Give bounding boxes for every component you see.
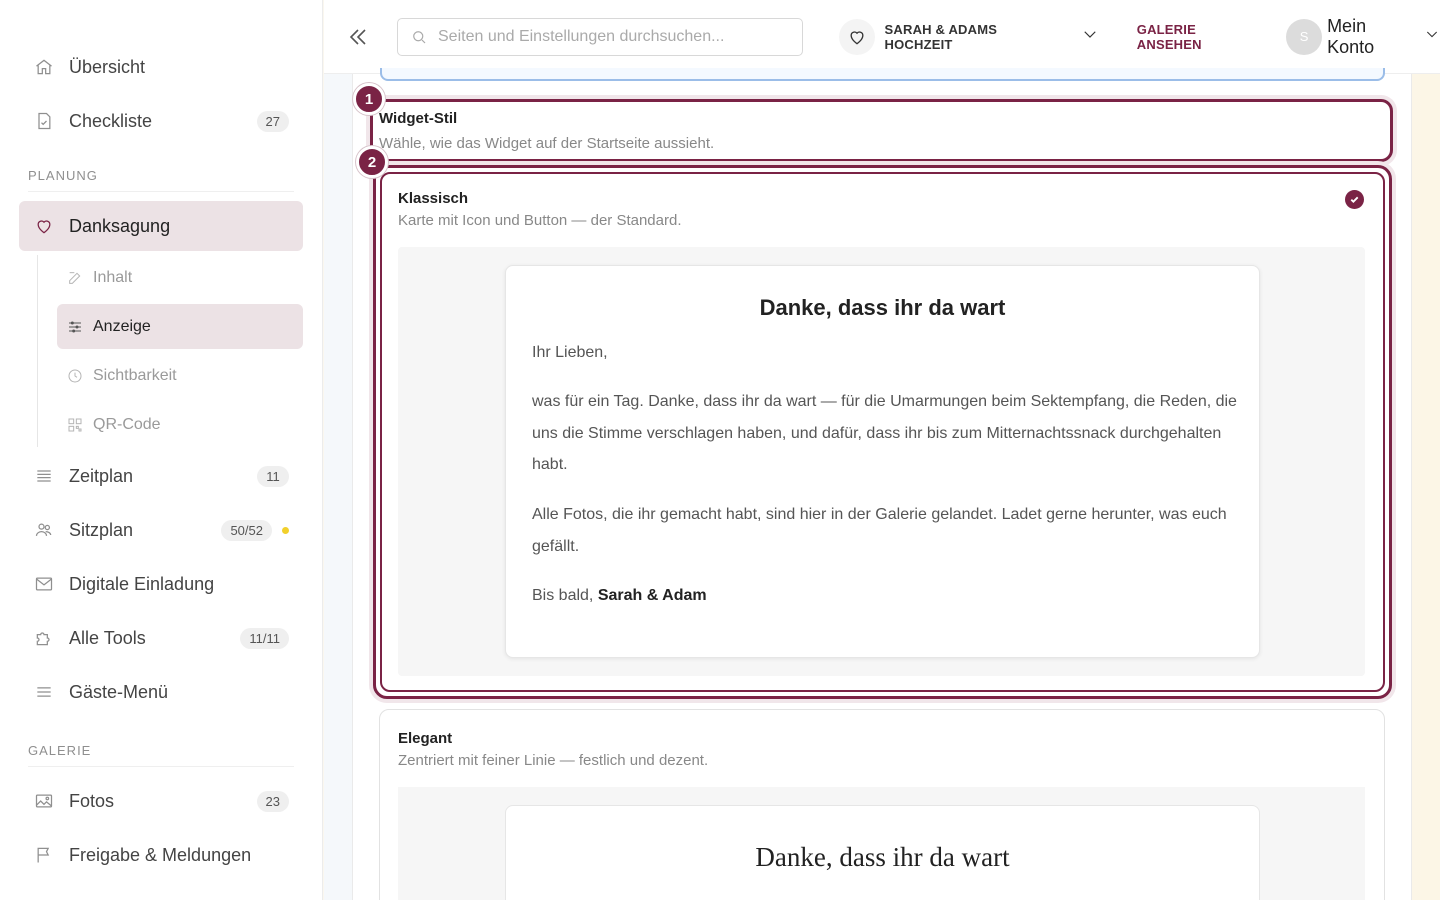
mail-icon — [33, 573, 55, 595]
option-subtitle: Karte mit Icon und Button — der Standard… — [398, 212, 682, 229]
section-title-galerie: GALERIE — [28, 743, 294, 767]
sidebar-item-label: Zeitplan — [69, 465, 134, 486]
heart-icon — [838, 18, 875, 55]
sidebar-item-zeitplan[interactable]: Zeitplan 11 — [19, 451, 303, 501]
flag-icon — [33, 844, 55, 866]
qr-code-icon — [67, 417, 83, 433]
signature: Sarah & Adam — [597, 587, 707, 604]
closing-text: Bis bald, — [532, 587, 598, 604]
subnav-item-label: Sichtbarkeit — [93, 366, 177, 384]
preview-closing: Bis bald, Sarah & Adam — [532, 580, 1237, 612]
count-badge: 27 — [256, 110, 289, 132]
option-subtitle: Zentriert mit feiner Linie — festlich un… — [398, 752, 709, 769]
widget-style-header — [370, 99, 1393, 162]
sidebar-item-label: Gäste-Menü — [69, 681, 169, 702]
home-icon — [33, 56, 55, 78]
subnav-item-inhalt[interactable]: Inhalt — [57, 255, 303, 300]
menu-icon — [33, 681, 55, 703]
chevron-down-icon — [1069, 25, 1099, 48]
sidebar-item-label: Danksagung — [69, 215, 171, 236]
search-input[interactable] — [438, 27, 778, 46]
option-title: Elegant — [398, 730, 453, 747]
sidebar-item-alle-tools[interactable]: Alle Tools 11/11 — [19, 613, 303, 663]
preview-paragraph: Alle Fotos, die ihr gemacht habt, sind h… — [532, 506, 1227, 555]
subnav-item-sichtbarkeit[interactable]: Sichtbarkeit — [57, 353, 303, 398]
subnav-item-anzeige[interactable]: Anzeige — [57, 304, 303, 349]
account-label: Mein Konto — [1327, 15, 1375, 57]
section-title-planung: PLANUNG — [28, 168, 294, 192]
document-check-icon — [33, 110, 55, 132]
chevron-down-icon — [1418, 26, 1440, 47]
count-badge: 23 — [256, 790, 289, 812]
status-dot — [282, 526, 289, 534]
sidebar-item-label: Digitale Einladung — [69, 573, 215, 594]
edit-icon — [67, 270, 83, 286]
sidebar-item-danksagung[interactable]: Danksagung — [19, 201, 303, 251]
sidebar-item-label: Checkliste — [69, 110, 153, 131]
avatar: S — [1286, 18, 1323, 55]
subnav-item-label: Anzeige — [93, 317, 151, 335]
subnav-item-label: QR-Code — [93, 415, 161, 433]
subnav-item-qr-code[interactable]: QR-Code — [57, 402, 303, 447]
sidebar: Übersicht Checkliste 27 PLANUNG Danksagu… — [0, 0, 323, 900]
previous-section-edge — [380, 68, 1385, 81]
search-icon — [413, 30, 426, 43]
sidebar-item-gaeste-menue[interactable]: Gäste-Menü — [19, 667, 303, 717]
double-chevron-left-icon — [349, 28, 366, 45]
sidebar-item-label: Freigabe & Meldungen — [69, 844, 252, 865]
sidebar-item-label: Übersicht — [69, 56, 146, 77]
widget-style-subtitle: Wähle, wie das Widget auf der Startseite… — [379, 135, 715, 152]
sidebar-item-uebersicht[interactable]: Übersicht — [19, 42, 303, 92]
sidebar-item-freigabe-meldungen[interactable]: Freigabe & Meldungen — [19, 830, 303, 880]
event-name: SARAH & ADAMS HOCHZEIT — [884, 21, 998, 52]
count-badge: 11/11 — [240, 627, 289, 649]
clock-icon — [67, 368, 83, 384]
widget-style-title: Widget-Stil — [379, 110, 458, 127]
sidebar-item-digitale-einladung[interactable]: Digitale Einladung — [19, 559, 303, 609]
sidebar-item-label: Alle Tools — [69, 627, 146, 648]
count-badge: 11 — [257, 465, 289, 487]
preview-greeting: Ihr Lieben, — [532, 344, 608, 361]
subnav-item-label: Inhalt — [93, 268, 133, 286]
sidebar-item-fotos[interactable]: Fotos 23 — [19, 776, 303, 826]
list-icon — [33, 465, 55, 487]
step-marker: 2 — [356, 146, 388, 178]
preview-heading: Danke, dass ihr da wart — [759, 295, 1006, 320]
sliders-icon — [67, 319, 83, 335]
sidebar-item-label: Sitzplan — [69, 519, 134, 540]
top-header: SARAH & ADAMS HOCHZEIT GALERIE ANSEHEN S… — [324, 0, 1440, 74]
heart-icon — [33, 215, 55, 237]
step-marker: 1 — [353, 83, 385, 115]
puzzle-icon — [33, 627, 55, 649]
sidebar-item-sitzplan[interactable]: Sitzplan 50/52 — [19, 505, 303, 555]
sidebar-item-checkliste[interactable]: Checkliste 27 — [19, 96, 303, 146]
collapse-sidebar-button[interactable] — [346, 25, 370, 49]
users-icon — [33, 519, 55, 541]
image-icon — [33, 790, 55, 812]
check-circle-icon — [1345, 190, 1364, 209]
count-badge: 50/52 — [221, 519, 272, 541]
option-title: Klassisch — [398, 190, 469, 207]
view-gallery-link[interactable]: GALERIE ANSEHEN — [1137, 22, 1264, 52]
search-box[interactable] — [397, 17, 803, 56]
preview-paragraph: was für ein Tag. Danke, dass ihr da wart… — [532, 393, 1237, 473]
event-selector[interactable]: SARAH & ADAMS HOCHZEIT — [838, 18, 1099, 55]
account-menu[interactable]: S Mein Konto — [1286, 16, 1440, 58]
preview-heading: Danke, dass ihr da wart — [755, 842, 1010, 872]
subnav-danksagung: Inhalt Anzeige Sichtbarkeit QR-Code — [37, 255, 303, 447]
sidebar-item-label: Fotos — [69, 790, 115, 811]
